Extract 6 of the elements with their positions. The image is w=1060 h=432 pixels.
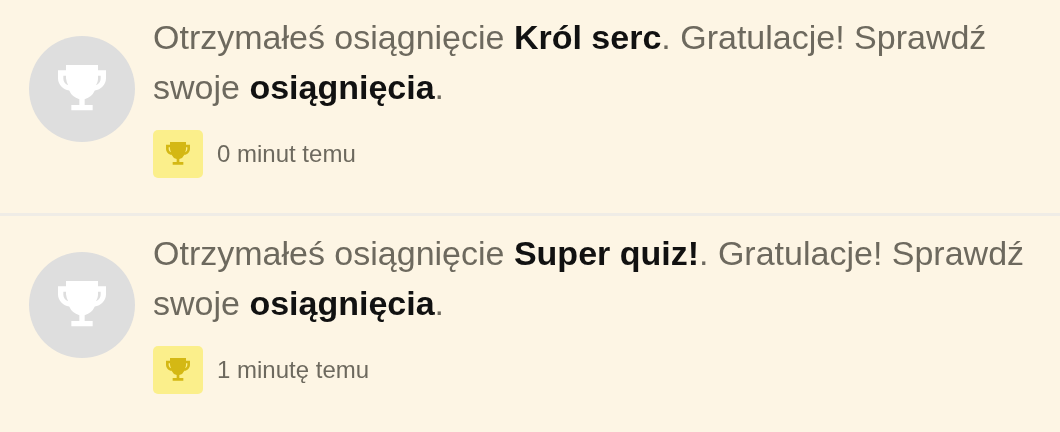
notification-message: Otrzymałeś osiągnięcie Król serc. Gratulacje! Sprawdź swoje osiągnięcia.	[153, 17, 988, 108]
notification-time: 1 minutę temu	[217, 356, 370, 384]
trophy-icon	[153, 130, 203, 178]
trophy-icon	[153, 346, 203, 394]
notification-time: 0 minut temu	[217, 140, 356, 168]
notification-message: Otrzymałeś osiągnięcie Super quiz!. Gratulacje! Sprawdź swoje osiągnięcia.	[153, 233, 1026, 324]
